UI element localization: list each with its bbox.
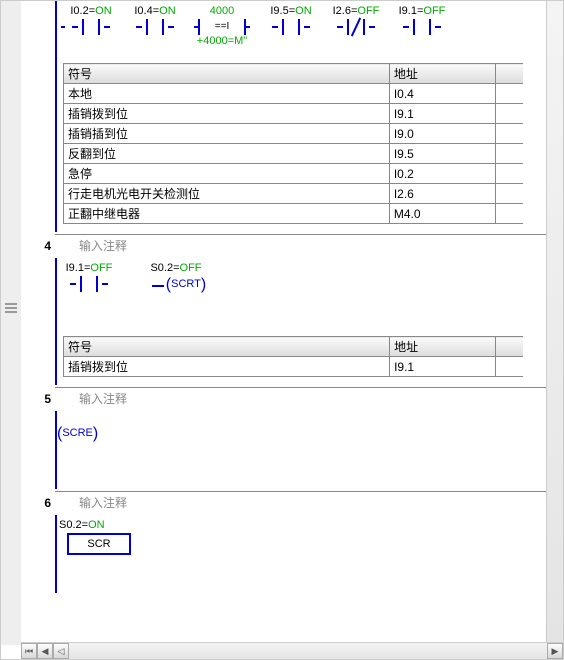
contact-I9.1[interactable]: I9.1=OFF [391,5,453,51]
contact-I9.1[interactable]: I9.1=OFF [59,262,119,308]
table-row[interactable]: 急停I0.2 [64,164,524,184]
table-header-row: 符号 地址 [64,64,524,84]
contact-I0.2[interactable]: I0.2=ON [61,5,121,51]
left-gutter [1,1,22,645]
scroll-right-icon[interactable]: ▶ [547,643,563,659]
contact-I9.5[interactable]: I9.5=ON [261,5,321,51]
vertical-scrollbar[interactable] [546,1,563,645]
coil-scrt[interactable]: S0.2=OFF SCRT [121,262,231,308]
ladder-content[interactable]: I0.2=ON I0.4=ON 4000 ==I +4000=M" [21,1,563,645]
compare-box[interactable]: 4000 ==I +4000=M" [187,5,257,51]
scroll-track[interactable] [69,643,547,659]
col-address: 地址 [389,64,495,84]
symbol-table-top: 符号 地址 本地I0.4 插销拨到位I9.1 插销插到位I9.0 反翻到位I9.… [59,63,563,224]
table-row[interactable]: 正翻中继电器M4.0 [64,204,524,224]
symbol-table[interactable]: 符号 地址 插销拨到位I9.1 [63,336,523,377]
rung-comment[interactable]: 输入注释 [79,237,563,254]
scroll-left2-icon[interactable]: ◁ [53,643,69,659]
contact-I2.6-nc[interactable]: I2.6=OFF [325,5,387,51]
table-row[interactable]: 插销拨到位I9.1 [64,104,524,124]
col-extra [495,337,523,357]
table-header-row: 符号 地址 [64,337,524,357]
scr-box[interactable]: S0.2=ON SCR [59,519,139,555]
col-extra [495,64,523,84]
col-symbol: 符号 [64,337,390,357]
rung-comment[interactable]: 输入注释 [79,390,563,407]
contact-row: I0.2=ON I0.4=ON 4000 ==I +4000=M" [61,5,563,55]
coil-scre[interactable]: SCRE [59,415,563,443]
symbol-table-r4: 符号 地址 插销拨到位I9.1 [59,336,563,377]
scroll-left-icon[interactable]: ◀ [37,643,53,659]
table-row[interactable]: 插销拨到位I9.1 [64,357,524,377]
contact-I0.4[interactable]: I0.4=ON [125,5,185,51]
rung-partial-top: I0.2=ON I0.4=ON 4000 ==I +4000=M" [55,1,563,235]
horizontal-scrollbar[interactable]: ⏮ ◀ ◁ ▶ [21,642,563,659]
symbol-table[interactable]: 符号 地址 本地I0.4 插销拨到位I9.1 插销插到位I9.0 反翻到位I9.… [63,63,523,224]
rung-number: 5 [31,392,51,406]
rung-number: 6 [31,496,51,510]
col-address: 地址 [390,337,496,357]
scroll-first-icon[interactable]: ⏮ [21,643,37,659]
rung-6: 6 输入注释 S0.2=ON SCR [55,494,563,595]
rung-number: 4 [31,239,51,253]
table-row[interactable]: 反翻到位I9.5 [64,144,524,164]
splitter-handle[interactable] [1,301,21,361]
table-row[interactable]: 插销插到位I9.0 [64,124,524,144]
rung-comment[interactable]: 输入注释 [79,494,563,511]
table-row[interactable]: 行走电机光电开关检测位I2.6 [64,184,524,204]
table-row[interactable]: 本地I0.4 [64,84,524,104]
rung-4: 4 输入注释 I9.1=OFF S0.2=OFF SCRT [55,237,563,388]
editor-viewport: I0.2=ON I0.4=ON 4000 ==I +4000=M" [0,0,564,660]
rung-5: 5 输入注释 SCRE [55,390,563,492]
col-symbol: 符号 [64,64,390,84]
